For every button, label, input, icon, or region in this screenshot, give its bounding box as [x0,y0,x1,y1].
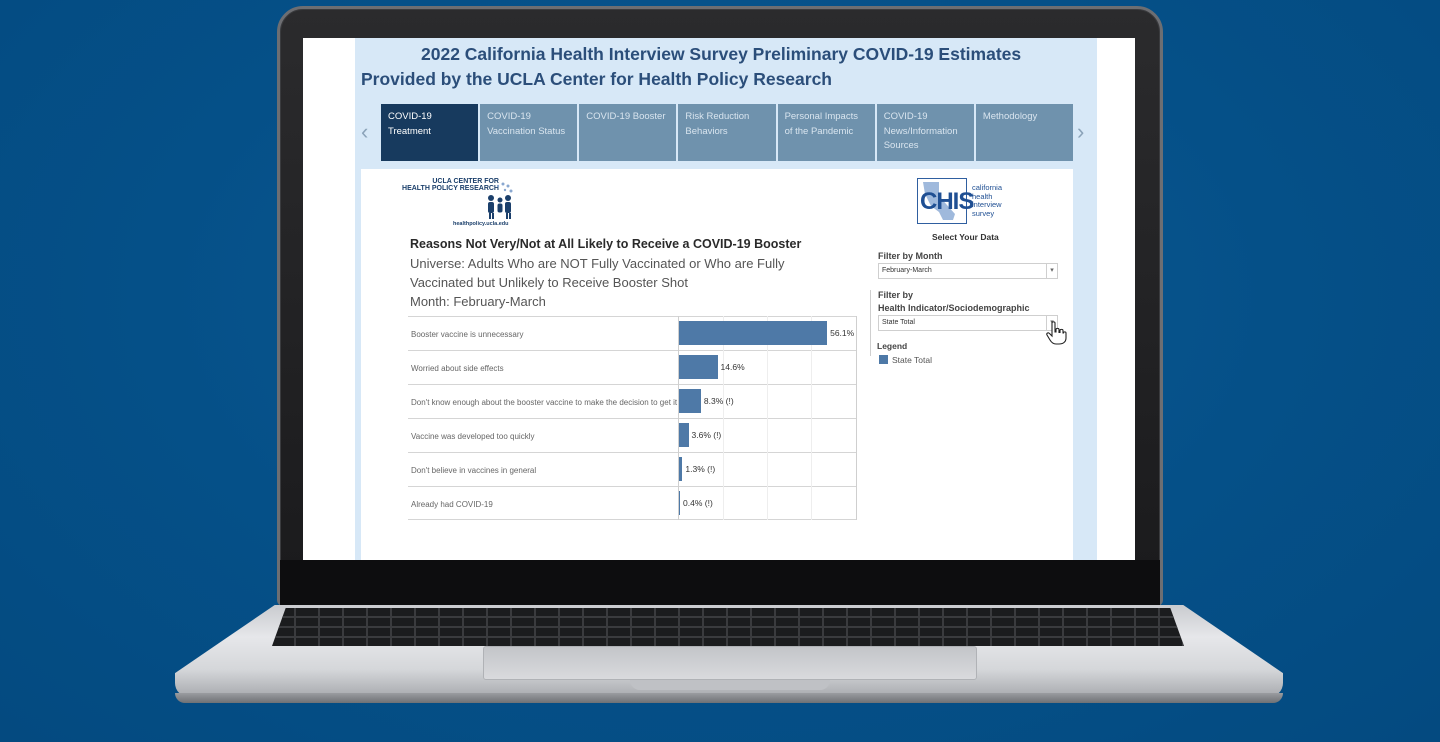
tab-risk-reduction-behaviors[interactable]: Risk Reduction Behaviors [678,104,776,161]
legend-swatch [879,355,888,364]
chart-subtitle-2: Vaccinated but Unlikely to Receive Boost… [410,275,688,290]
laptop-screen: 2022 California Health Interview Survey … [303,38,1135,560]
dashboard: 2022 California Health Interview Survey … [355,38,1097,560]
laptop-trackpad [483,646,977,680]
filter-indicator-label-1: Filter by [878,290,914,300]
ucla-chpr-logo: UCLA CENTER FOR HEALTH POLICY RESEARCH h… [401,177,526,231]
laptop-keyboard [272,608,1184,646]
month-dropdown[interactable]: February-March ▾ [878,263,1058,279]
tab-personal-impacts-of-the-pandemic[interactable]: Personal Impacts of the Pandemic [777,104,875,161]
bar[interactable] [679,491,681,515]
page-title-line-2: Provided by the UCLA Center for Health P… [361,69,832,89]
chevron-down-icon[interactable]: ▾ [1046,264,1057,278]
bar-value-label: 3.6% (!) [691,430,722,440]
bar[interactable] [679,355,718,379]
bar[interactable] [679,423,689,447]
content-panel: UCLA CENTER FOR HEALTH POLICY RESEARCH h… [361,169,1073,560]
tab-covid-19-news-information-sources[interactable]: COVID-19 News/Information Sources [876,104,974,161]
bar-value-label: 14.6% [720,362,745,372]
chart-row: Already had COVID-19 [408,486,856,520]
chevron-left-icon[interactable]: ‹ [361,119,368,145]
gridline [767,316,768,520]
tab-methodology[interactable]: Methodology [975,104,1073,161]
bar[interactable] [679,321,828,345]
category-label: Vaccine was developed too quickly [411,432,535,441]
select-data-heading: Select Your Data [932,232,999,242]
chart-row: Worried about side effects [408,350,856,384]
chart-title: Reasons Not Very/Not at All Likely to Re… [410,237,802,251]
chart-row: Don't know enough about the booster vacc… [408,384,856,418]
gridline [723,316,724,520]
chis-logo-line-4: survey [972,208,995,218]
filter-indicator-label-2: Health Indicator/Sociodemographic [878,303,1030,313]
indicator-dropdown-value: State Total [882,319,915,326]
chevron-right-icon[interactable]: › [1077,119,1084,145]
chis-logo-mark: CHIS [920,188,974,215]
tab-covid-19-vaccination-status[interactable]: COVID-19 Vaccination Status [480,104,578,161]
chart-right-border [856,316,857,520]
category-label: Booster vaccine is unnecessary [411,330,524,339]
month-dropdown-value: February-March [882,267,932,274]
ucla-logo-url: healthpolicy.ucla.edu [453,221,509,227]
chart-row: Vaccine was developed too quickly [408,418,856,452]
page-title-line-1: 2022 California Health Interview Survey … [421,44,1022,64]
tab-covid-19-booster[interactable]: COVID-19 Booster [579,104,677,161]
bar-value-label: 8.3% (!) [703,396,734,406]
category-label: Don't know enough about the booster vacc… [411,398,678,407]
filter-divider [870,290,871,356]
filter-month-label: Filter by Month [878,251,943,261]
chart-row: Don't believe in vaccines in general [408,452,856,486]
gridline [811,316,812,520]
indicator-dropdown[interactable]: State Total ▾ [878,315,1058,331]
chart-subtitle-3: Month: February-March [410,294,546,309]
bar[interactable] [679,457,683,481]
bar-value-label: 0.4% (!) [683,498,713,508]
laptop-hinge [280,560,1160,606]
chis-logo: CHIS california health interview survey [917,178,1017,228]
chart-subtitle-1: Universe: Adults Who are NOT Fully Vacci… [410,256,785,271]
category-label: Already had COVID-19 [411,500,493,509]
legend-label: State Total [892,355,933,365]
laptop-base-edge [175,693,1283,703]
hand-cursor-icon [1046,321,1067,345]
bar-value-label: 56.1% [830,328,855,338]
category-label: Worried about side effects [411,364,504,373]
tab-covid-19-treatment[interactable]: COVID-19 Treatment [381,104,479,161]
bar-value-label: 1.3% (!) [685,464,716,474]
tab-bar: COVID-19 Treatment COVID-19 Vaccination S… [381,104,1073,161]
bar[interactable] [679,389,701,413]
category-label: Don't believe in vaccines in general [411,466,537,475]
chart-axis-line [678,316,679,520]
chart-rows: Booster vaccine is unnecessary Worried ab… [408,316,856,520]
legend-title: Legend [877,341,908,351]
chis-logo-wordmark: california health interview survey [972,183,1002,218]
family-icon [488,182,513,219]
laptop-notch [630,680,830,690]
